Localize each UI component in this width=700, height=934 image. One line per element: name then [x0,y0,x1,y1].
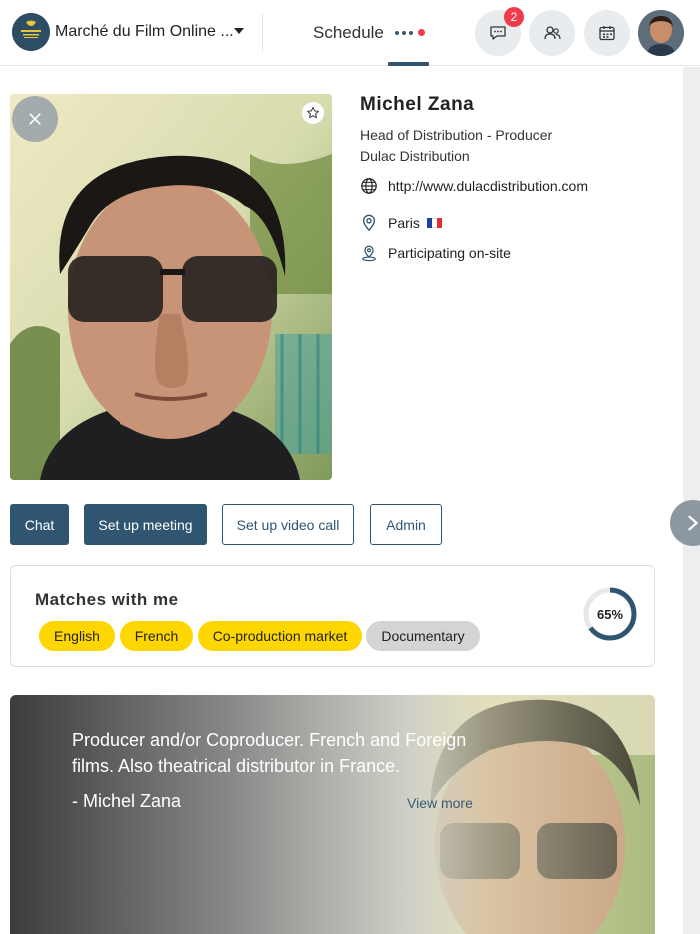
chat-icon [490,26,506,40]
view-more-link[interactable]: View more [407,795,473,811]
calendar-icon [599,26,615,41]
profile-photo [10,94,332,480]
admin-button[interactable]: Admin [370,504,442,545]
profile-name: Michel Zana [360,94,475,115]
user-avatar[interactable] [638,10,684,56]
calendar-button[interactable] [584,10,630,56]
location-row: Paris [360,214,442,232]
close-icon [29,113,41,125]
people-icon [544,26,561,40]
chevron-right-icon [688,515,698,531]
bio-quote-author: - Michel Zana [72,791,182,811]
star-icon [307,106,319,119]
match-chip: English [39,621,115,651]
close-profile-button[interactable] [12,96,58,142]
chat-action-button[interactable]: Chat [10,504,69,545]
match-chip: Documentary [366,621,480,651]
profile-website-link[interactable]: http://www.dulacdistribution.com [388,178,588,194]
website-row[interactable]: http://www.dulacdistribution.com [360,177,588,195]
location-pin-icon [360,214,378,232]
setup-meeting-button[interactable]: Set up meeting [84,504,207,545]
people-button[interactable] [529,10,575,56]
france-flag-icon [426,218,442,228]
match-chip: French [120,621,193,651]
profile-participation: Participating on-site [388,245,511,261]
chat-unread-badge: 2 [504,7,524,27]
setup-video-call-button[interactable]: Set up video call [222,504,354,545]
more-dots-icon[interactable] [395,31,413,35]
tab-schedule[interactable]: Schedule [313,23,384,43]
participation-row: Participating on-site [360,244,511,262]
matches-title: Matches with me [35,590,179,609]
globe-icon [360,177,378,195]
event-selector-label[interactable]: Marché du Film Online ... [55,23,234,41]
matches-card: Matches with me English French Co-produc… [10,565,655,667]
profile-role: Head of Distribution - Producer [360,127,553,143]
chevron-down-icon[interactable] [234,28,244,34]
match-chip: Co-production market [198,621,362,651]
bio-quote-card: Producer and/or Coproducer. French and F… [10,695,655,934]
notification-dot [418,29,425,36]
event-logo[interactable] [12,13,50,51]
bio-quote-text: Producer and/or Coproducer. French and F… [72,730,467,776]
top-header: Marché du Film Online ... Schedule 2 [0,0,700,66]
header-divider [262,14,263,52]
onsite-pin-icon [360,244,378,262]
profile-location: Paris [388,215,420,231]
favorite-button[interactable] [302,102,324,124]
next-profile-button[interactable] [670,500,700,546]
profile-company: Dulac Distribution [360,148,470,164]
tab-active-indicator [388,62,429,66]
match-percent-label: 65% [596,606,624,622]
